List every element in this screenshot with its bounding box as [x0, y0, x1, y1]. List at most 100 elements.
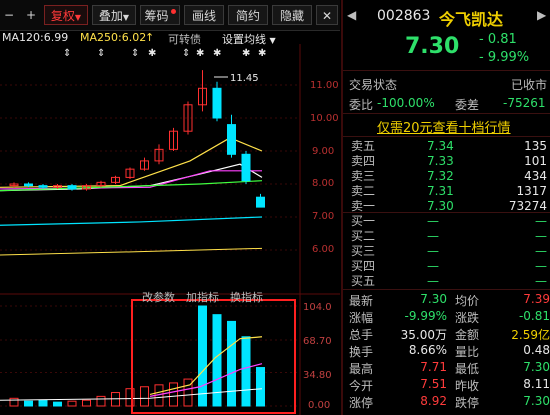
ma250-line: [0, 247, 263, 256]
moving-average-lines: [0, 137, 263, 256]
ob-volume: 73274: [508, 199, 547, 213]
stat-value: 2.59亿: [511, 328, 550, 342]
upgrade-link[interactable]: 仅需20元查看十档行情: [377, 117, 511, 136]
ma120-line: [0, 216, 263, 226]
jia-zhibiao-button[interactable]: 加指标: [186, 289, 219, 305]
notification-dot-icon: [170, 9, 176, 14]
divider: [343, 113, 550, 114]
stat-label: 量比: [455, 345, 480, 359]
stat-label: 今开: [349, 379, 374, 393]
price-change-pct: - 9.99%: [479, 50, 530, 65]
zoom-in-button[interactable]: +: [24, 5, 38, 25]
stat-label: 最低: [455, 362, 480, 376]
volume-bar: [53, 401, 62, 407]
arrow-up-icon: ↑: [145, 31, 155, 44]
buy-row: 买五 — —: [351, 274, 547, 288]
ob-volume: 101: [524, 154, 547, 168]
stat-value: 7.51: [420, 377, 447, 391]
volume-bar: [227, 320, 236, 407]
price-axis-label: 8.00: [312, 178, 335, 189]
volume-bar: [140, 386, 149, 407]
ob-volume: 1317: [516, 184, 547, 198]
chevron-down-icon: ▼: [74, 13, 82, 22]
stat-value: 7.30: [523, 394, 550, 408]
event-mark-icon: ⇕: [97, 48, 105, 59]
fuquan-label: 复权: [50, 9, 75, 23]
stat-label: 均价: [455, 294, 480, 308]
stat-label: 涨幅: [349, 311, 374, 325]
stat-label: 金额: [455, 328, 480, 342]
ob-label: 买二: [351, 229, 376, 243]
left-arrow-icon[interactable]: ◀: [347, 8, 356, 22]
candle-body: [67, 185, 77, 190]
ob-volume: —: [535, 244, 547, 258]
stat-label: 涨跌: [455, 311, 480, 325]
price-axis-label: 7.00: [312, 211, 335, 222]
stat-label: 昨收: [455, 379, 480, 393]
ob-label: 买三: [351, 244, 376, 258]
huan-zhibiao-button[interactable]: 换指标: [230, 289, 263, 305]
stat-value: 8.92: [420, 394, 447, 408]
price-axis-label: 10.00: [310, 113, 339, 124]
volume-bar: [169, 382, 178, 407]
weicha-label: 委差: [455, 98, 480, 112]
volume-axis-label: 104.0: [303, 302, 332, 313]
yincang-button[interactable]: 隐藏: [272, 5, 312, 25]
ob-price: 7.34: [427, 139, 454, 153]
weibi-value: -100.00%: [377, 96, 435, 110]
stat-label: 最新: [349, 294, 374, 308]
right-arrow-icon[interactable]: ▶: [537, 8, 546, 22]
ob-price: —: [427, 274, 439, 288]
gai-canshu-button[interactable]: 改参数: [142, 289, 175, 305]
buy-row: 买四 — —: [351, 259, 547, 273]
stat-label: 涨停: [349, 396, 374, 410]
fuquan-button[interactable]: 复权▼: [44, 5, 88, 25]
stat-value: 7.30: [523, 360, 550, 374]
ma120-label: MA120:6.99: [2, 31, 69, 44]
candle-body: [227, 124, 236, 155]
volume-bar: [38, 399, 48, 407]
stat-label: 跌停: [455, 396, 480, 410]
price-axis-label: 6.00: [312, 244, 335, 255]
candle-body: [24, 183, 33, 187]
ob-label: 卖四: [351, 154, 376, 168]
price-change: - 0.81: [479, 32, 517, 47]
event-marks: ⇕ ⇕ ⇕ ✱ ⇕ ✱ ✱ ✱ ✱: [63, 48, 266, 59]
divider: [343, 70, 550, 71]
sell-row: 卖三 7.32 434: [351, 169, 547, 183]
huaxian-button[interactable]: 画线: [184, 5, 224, 25]
zoom-out-button[interactable]: −: [2, 5, 16, 25]
stock-code: 002863: [377, 8, 431, 24]
trade-status-label: 交易状态: [349, 78, 398, 92]
stat-value: 0.48: [523, 343, 550, 357]
chouma-button[interactable]: 筹码: [140, 5, 180, 25]
chevron-down-icon: ▼: [122, 13, 130, 22]
diejia-label: 叠加: [98, 9, 123, 23]
event-mark-icon: ✱: [148, 48, 156, 59]
stat-value: 8.11: [523, 377, 550, 391]
ob-price: —: [427, 259, 439, 273]
stat-value: -0.81: [518, 309, 550, 323]
diejia-button[interactable]: 叠加▼: [92, 5, 136, 25]
ob-label: 卖五: [351, 139, 376, 153]
kline-chart[interactable]: ⇕ ⇕ ⇕ ✱ ⇕ ✱ ✱ ✱ ✱ 11.45: [0, 44, 340, 415]
ob-label: 卖一: [351, 199, 376, 213]
quote-panel: ◀ 002863 今飞凯达 ▶ 7.30 - 0.81 - 9.99% 交易状态…: [341, 0, 550, 415]
chart-toolbar: − + 复权▼ 叠加▼ 筹码 画线 简约 隐藏 ✕: [0, 0, 340, 31]
stat-value: 8.66%: [408, 343, 447, 357]
ob-volume: —: [535, 259, 547, 273]
ob-price: —: [427, 214, 439, 228]
ob-label: 买五: [351, 274, 376, 288]
jianyue-button[interactable]: 简约: [228, 5, 268, 25]
close-icon[interactable]: ✕: [316, 5, 338, 25]
ob-price: 7.33: [427, 154, 454, 168]
high-price-marker: 11.45: [230, 73, 259, 84]
stat-value: 35.00万: [400, 328, 447, 342]
volume-axis-label: 0.00: [308, 400, 331, 411]
sell-row: 卖四 7.33 101: [351, 154, 547, 168]
buy-row: 买三 — —: [351, 244, 547, 258]
weibi-label: 委比: [349, 98, 374, 112]
price-axis-label: 11.00: [310, 80, 339, 91]
divider: [343, 136, 550, 137]
stock-name: 今飞凯达: [439, 10, 504, 29]
